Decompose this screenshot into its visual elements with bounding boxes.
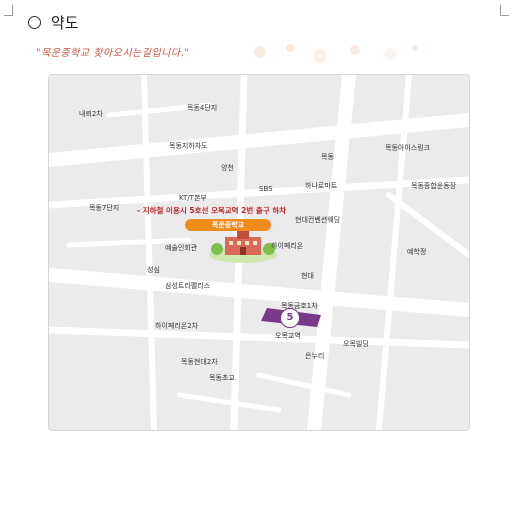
map-label: 오목빌딩 [343, 340, 369, 348]
map-label: 삼성트라팰리스 [165, 282, 211, 290]
map-label: 내뢰2차 [79, 110, 103, 118]
map-label: 하이페리온 [271, 242, 304, 250]
map-label: 은누리 [305, 352, 325, 360]
subway-line-badge: 5 [280, 308, 300, 328]
map-label: 목동4단지 [187, 104, 218, 112]
map-label: 목동7단지 [89, 204, 120, 212]
school-marker[interactable]: 목운중학교 [185, 219, 271, 231]
map-label: 예술인회관 [165, 244, 198, 252]
map-label: 목동지하차도 [169, 142, 208, 150]
map-label: 오목교역 [275, 332, 301, 340]
map-label: 목동초교 [209, 374, 235, 382]
corner-mark-left [4, 5, 13, 16]
map-label: 하나로마트 [305, 182, 338, 190]
direction-note: - 지하철 이용시 5호선 오목교역 2번 출구 하차 [137, 206, 287, 215]
location-map[interactable]: 내뢰2차 목동4단지 목동지하차도 양천 목동 목동아이스링크 SBS 하나로마… [48, 74, 470, 431]
map-label: 목동 [321, 153, 334, 161]
map-label: 목동아이스링크 [385, 144, 431, 152]
map-label: 하이페리온2차 [155, 322, 199, 330]
map-label: 목동현대2차 [181, 358, 218, 366]
map-label: 성심 [147, 266, 160, 274]
corner-mark-right [500, 5, 509, 16]
map-label: 양천 [221, 164, 234, 172]
map-label: 현대 [301, 272, 314, 280]
tagline: "목운중학교 찾아오시는길입니다." [36, 48, 190, 59]
map-label: KT/T본부 [179, 194, 207, 202]
map-roads [49, 75, 469, 430]
circle-bullet-icon [28, 16, 41, 29]
map-label: 예학정 [407, 248, 427, 256]
page-title: 약도 [28, 12, 79, 33]
map-label: 현대컨벤션웨딩 [295, 216, 341, 224]
map-label: SBS [259, 185, 273, 193]
page-title-text: 약도 [51, 14, 79, 32]
decorative-dots [254, 44, 418, 63]
map-label: 목동종합운동장 [411, 182, 457, 190]
